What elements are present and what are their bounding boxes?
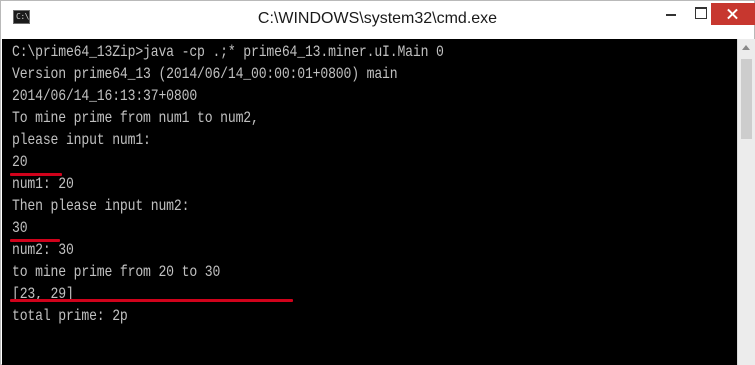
console-line-command: C:\prime64_13Zip>java -cp .;* prime64_13… [12, 43, 444, 61]
minimize-button[interactable] [656, 3, 686, 25]
close-button[interactable] [711, 3, 755, 25]
title-bar[interactable]: C:\ C:\WINDOWS\system32\cmd.exe [1, 1, 755, 39]
console-line-num1-entry: 20 [12, 153, 28, 171]
console-line-total: total prime: 2p [12, 307, 128, 325]
console-line-version: Version prime64_13 (2014/06/14_00:00:01+… [12, 65, 398, 83]
annotation-underline-num1 [10, 173, 62, 176]
cmd-window: C:\ C:\WINDOWS\system32\cmd.exe C:\prime… [0, 0, 755, 365]
annotation-underline-mining [10, 299, 293, 302]
console-line-timestamp: 2014/06/14_16:13:37+0800 [12, 87, 198, 105]
console-line-num2-entry: 30 [12, 219, 28, 237]
annotation-underline-num2 [10, 239, 60, 242]
console-line-mining: to mine prime from 20 to 30 [12, 263, 221, 281]
vertical-scrollbar[interactable] [737, 39, 755, 365]
console-line-input-num2-prompt: Then please input num2: [12, 197, 190, 215]
console-line-input-num1-prompt: please input num1: [12, 131, 151, 149]
console-line-num2-echo: num2: 30 [12, 241, 74, 259]
scrollbar-thumb[interactable] [741, 59, 752, 139]
console-line-num1-echo: num1: 20 [12, 175, 74, 193]
console-line-prompt: To mine prime from num1 to num2, [12, 109, 259, 127]
scroll-up-arrow-icon[interactable] [738, 39, 755, 56]
console-output[interactable]: C:\prime64_13Zip>java -cp .;* prime64_13… [2, 39, 737, 365]
window-title: C:\WINDOWS\system32\cmd.exe [257, 10, 498, 27]
